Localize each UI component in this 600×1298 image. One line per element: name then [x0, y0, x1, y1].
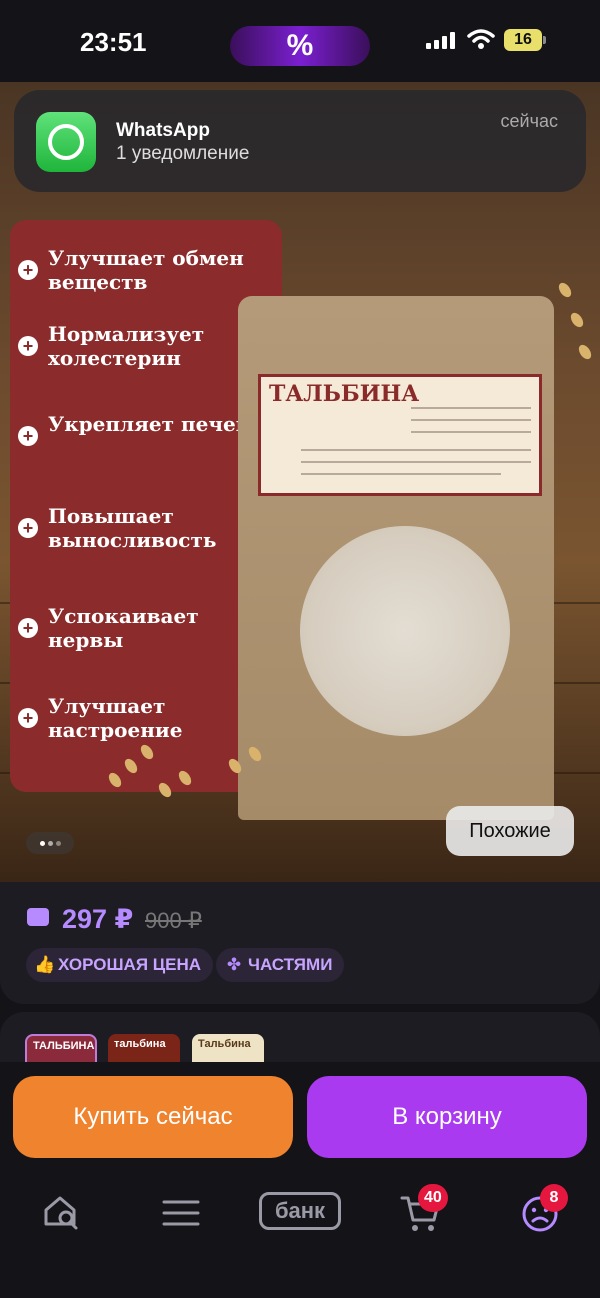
action-bar: Купить сейчас В корзину	[0, 1062, 600, 1170]
cart-badge: 40	[418, 1184, 448, 1212]
wallet-icon	[27, 908, 49, 926]
benefit-item: + Улучшает настроение	[18, 694, 268, 742]
bag-window	[300, 526, 510, 736]
plus-icon: +	[18, 426, 38, 446]
add-to-cart-button[interactable]: В корзину	[307, 1076, 587, 1158]
status-bar: 23:51 % 16	[0, 0, 600, 82]
profile-badge: 8	[540, 1184, 568, 1212]
menu-icon	[162, 1200, 200, 1226]
nav-bank[interactable]: банк	[259, 1192, 341, 1230]
nav-cart[interactable]: 40	[398, 1184, 448, 1236]
benefit-item: + Улучшает обмен веществ	[18, 246, 268, 294]
benefit-item: + Нормализует холестерин	[18, 322, 268, 370]
nav-profile[interactable]: 8	[518, 1184, 568, 1236]
buy-now-button[interactable]: Купить сейчас	[13, 1076, 293, 1158]
benefit-item: + Успокаивает нервы	[18, 604, 268, 652]
notification-time: сейчас	[500, 111, 558, 131]
nav-home[interactable]	[40, 1190, 86, 1236]
similar-button[interactable]: Похожие	[446, 806, 574, 856]
thumbs-up-icon: 👍	[34, 955, 56, 974]
variant-thumbnail[interactable]: Тальбина	[192, 1034, 264, 1064]
battery-icon: 16	[504, 29, 542, 51]
benefit-item: + Повышает выносливость	[18, 504, 268, 552]
notification-text: 1 уведомление	[116, 143, 250, 164]
promo-pill[interactable]: %	[230, 26, 370, 66]
notification-app-name: WhatsApp	[116, 120, 210, 141]
variant-thumbnail[interactable]: ТАЛЬБИНА	[25, 1034, 97, 1064]
wifi-icon	[467, 29, 495, 49]
percent-icon: %	[286, 29, 314, 62]
bottom-nav: банк 40 8	[0, 1170, 600, 1298]
home-search-icon	[44, 1196, 78, 1230]
clover-icon: ✤	[226, 955, 242, 974]
clock: 23:51	[80, 27, 147, 57]
plus-icon: +	[18, 618, 38, 638]
current-price: 297 ₽	[62, 904, 134, 934]
plus-icon: +	[18, 518, 38, 538]
product-image-carousel[interactable]: + Улучшает обмен веществ + Нормализует х…	[0, 82, 600, 882]
variant-thumbnail[interactable]: тальбина	[108, 1034, 180, 1064]
installments-chip[interactable]: ✤ ЧАСТЯМИ	[216, 948, 345, 982]
price-card: 297 ₽ 900 ₽ 👍 ХОРОШАЯ ЦЕНА ✤ ЧАСТЯМИ	[0, 882, 600, 1004]
plus-icon: +	[18, 260, 38, 280]
good-price-chip[interactable]: 👍 ХОРОШАЯ ЦЕНА	[26, 948, 214, 982]
nav-catalog[interactable]	[158, 1190, 204, 1236]
benefit-item: + Укрепляет печень	[18, 412, 268, 446]
package-label: ТАЛЬБИНА	[258, 374, 542, 496]
plus-icon: +	[18, 708, 38, 728]
carousel-pager	[26, 832, 74, 854]
whatsapp-notification[interactable]: WhatsApp 1 уведомление сейчас	[14, 90, 586, 192]
cellular-signal-icon	[426, 31, 455, 49]
product-bag: ТАЛЬБИНА	[238, 296, 554, 820]
old-price: 900 ₽	[145, 908, 202, 933]
plus-icon: +	[18, 336, 38, 356]
whatsapp-icon	[36, 112, 96, 172]
